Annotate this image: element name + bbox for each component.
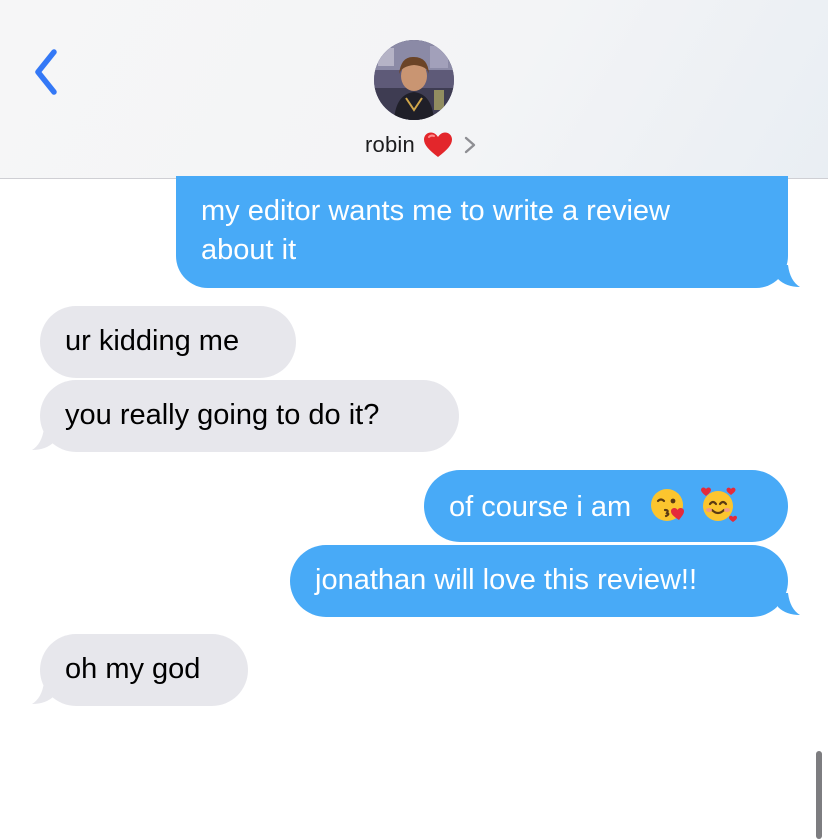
message-text: oh my god: [65, 653, 201, 685]
contact-name: robin: [365, 132, 415, 157]
bubble-tail: [778, 593, 800, 615]
message-text: ur kidding me: [65, 325, 240, 357]
bubble-tail: [778, 265, 800, 287]
scrollbar[interactable]: [816, 751, 822, 839]
message-text-line: about it: [201, 234, 297, 266]
chevron-left-icon: [35, 49, 57, 95]
chevron-right-icon: [464, 136, 476, 154]
bubble-tail: [32, 428, 54, 450]
outgoing-message[interactable]: jonathan will love this review!!: [290, 545, 788, 617]
incoming-message[interactable]: oh my god: [40, 634, 248, 706]
avatar-photo: [374, 40, 454, 120]
kissing-face-with-heart-icon: [651, 489, 685, 521]
red-heart-emoji-icon: [423, 132, 452, 157]
bubble-tail: [32, 682, 54, 704]
outgoing-message[interactable]: of course i am: [424, 470, 788, 542]
message-text: of course i am: [449, 491, 632, 523]
message-text-line: my editor wants me to write a review: [201, 195, 670, 227]
conversation-header: robin: [0, 0, 828, 179]
smiling-face-with-hearts-icon: [701, 487, 738, 522]
outgoing-message[interactable]: my editor wants me to write a review abo…: [176, 176, 788, 288]
incoming-message[interactable]: ur kidding me: [40, 306, 296, 378]
message-text: jonathan will love this review!!: [315, 564, 698, 596]
avatar[interactable]: [374, 40, 454, 120]
message-text: you really going to do it?: [65, 399, 380, 431]
contact-details-button[interactable]: robin: [0, 128, 828, 162]
incoming-message[interactable]: you really going to do it?: [40, 380, 459, 452]
back-button[interactable]: [28, 46, 72, 98]
